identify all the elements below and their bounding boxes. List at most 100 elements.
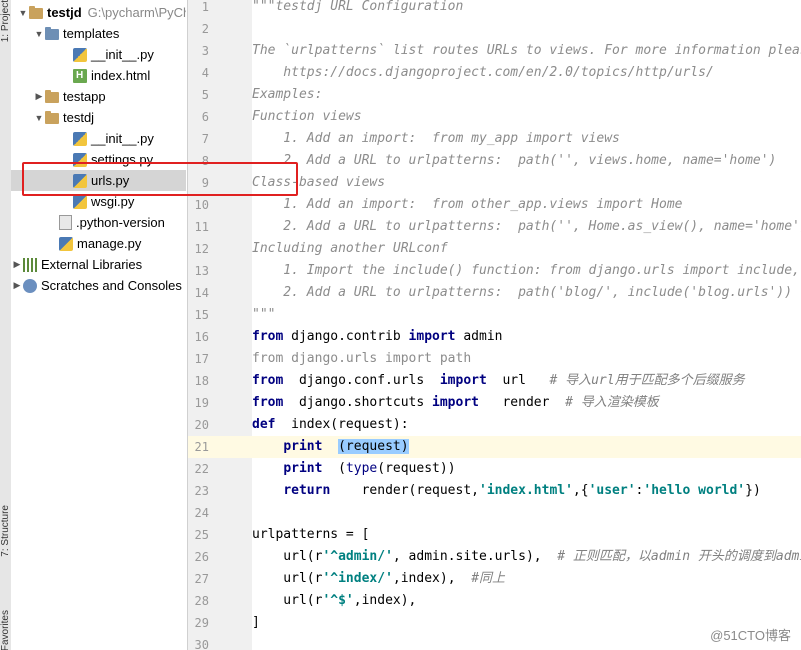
code-token: 2. Add a URL to urlpatterns: path('blog/… (252, 285, 793, 300)
line-number: 20 (194, 418, 209, 432)
code-line[interactable]: Including another URLconf (252, 238, 801, 260)
tree-item[interactable]: __init__.py (11, 44, 186, 65)
tree-item-label: manage.py (77, 236, 142, 251)
line-number: 10 (194, 198, 209, 212)
code-token: '^index/' (322, 571, 393, 586)
code-line[interactable]: """testdj URL Configuration (252, 0, 801, 18)
tree-item[interactable]: wsgi.py (11, 191, 186, 212)
tree-item-label: .python-version (76, 215, 165, 230)
code-line[interactable]: 1. Add an import: from other_app.views i… (252, 194, 801, 216)
tree-item[interactable]: manage.py (11, 233, 186, 254)
code-line[interactable]: The `urlpatterns` list routes URLs to vi… (252, 40, 801, 62)
line-number: 24 (194, 506, 209, 520)
code-line[interactable]: from django.conf.urls import url # 导入url… (252, 370, 801, 392)
tree-item-label: __init__.py (91, 131, 154, 146)
tree-item[interactable]: ▶ Scratches and Consoles (11, 275, 186, 296)
tree-item[interactable]: __init__.py (11, 128, 186, 149)
code-line[interactable]: return render(request,'index.html',{'use… (252, 480, 801, 502)
code-line[interactable]: 1. Import the include() function: from d… (252, 260, 801, 282)
tree-item[interactable]: .python-version (11, 212, 186, 233)
code-line[interactable]: print (request) (252, 436, 801, 458)
code-token: django.conf.urls (283, 373, 440, 388)
code-line[interactable] (252, 18, 801, 40)
line-number: 6 (201, 110, 209, 124)
expand-arrow-icon[interactable]: ▶ (11, 280, 23, 291)
tree-item[interactable]: settings.py (11, 149, 186, 170)
code-token: from (252, 373, 284, 388)
expand-arrow-icon[interactable]: ▼ (33, 29, 45, 39)
tool-tab[interactable]: 7: Structure (0, 505, 11, 557)
line-number: 12 (194, 242, 209, 256)
code-line[interactable]: from django.urls import path (252, 348, 801, 370)
code-line[interactable]: url(r'^index/',index), #同上 (252, 568, 801, 590)
line-number: 29 (194, 616, 209, 630)
line-number: 8 (201, 154, 209, 168)
code-token: '^$' (322, 593, 354, 608)
code-line[interactable]: def index(request): (252, 414, 801, 436)
code-line[interactable] (252, 502, 801, 524)
python-file-icon (59, 236, 73, 251)
folder-icon (29, 5, 43, 19)
tree-item[interactable]: index.html (11, 65, 186, 86)
code-line[interactable]: print (type(request)) (252, 458, 801, 480)
tree-item[interactable]: ▼ templates (11, 23, 186, 44)
python-file-icon (73, 47, 87, 62)
code-line[interactable]: 2. Add a URL to urlpatterns: path('', vi… (252, 150, 801, 172)
line-number: 26 (194, 550, 209, 564)
code-line[interactable]: Function views (252, 106, 801, 128)
line-number: 11 (194, 220, 209, 234)
code-line[interactable]: """ (252, 304, 801, 326)
code-line[interactable]: Class-based views (252, 172, 801, 194)
code-token: 1. Import the include() function: from d… (252, 263, 801, 278)
code-line[interactable]: https://docs.djangoproject.com/en/2.0/to… (252, 62, 801, 84)
code-token: def (252, 417, 276, 432)
code-token: Function views (252, 109, 362, 124)
expand-arrow-icon[interactable]: ▶ (33, 91, 45, 102)
code-token: ] (252, 615, 260, 630)
code-token: , admin.site.urls), (392, 549, 558, 564)
code-token: render (479, 395, 566, 410)
tool-tab[interactable]: 1: Project (0, 0, 11, 42)
code-line[interactable]: urlpatterns = [ (252, 524, 801, 546)
expand-arrow-icon[interactable]: ▼ (33, 113, 45, 123)
tree-item[interactable]: ▼ testdj (11, 107, 186, 128)
code-line[interactable]: url(r'^admin/', admin.site.urls), # 正则匹配… (252, 546, 801, 568)
code-line[interactable]: 1. Add an import: from my_app import vie… (252, 128, 801, 150)
code-token: Examples: (252, 87, 323, 102)
tree-item[interactable]: ▼ testjd G:\pycharm\PyCh (11, 2, 186, 23)
line-number: 25 (194, 528, 209, 542)
line-number: 17 (194, 352, 209, 366)
python-file-icon (73, 173, 87, 188)
code-line[interactable]: from django.shortcuts import render # 导入… (252, 392, 801, 414)
code-line[interactable]: Examples: (252, 84, 801, 106)
code-token: url (486, 373, 550, 388)
line-number: 23 (194, 484, 209, 498)
tree-item-label: urls.py (91, 173, 130, 188)
line-number: 16 (194, 330, 209, 344)
tree-item-label: templates (63, 26, 120, 41)
code-token: }) (745, 483, 761, 498)
tree-item-label: wsgi.py (91, 194, 135, 209)
code-token: Including another URLconf (252, 241, 448, 256)
code-token: return (283, 483, 331, 498)
expand-arrow-icon[interactable]: ▶ (11, 259, 23, 270)
code-token: # 导入渲染模板 (565, 395, 659, 410)
project-path: G:\pycharm\PyCh (87, 5, 186, 20)
tree-item[interactable]: urls.py (11, 170, 186, 191)
project-tree[interactable]: ▼ testjd G:\pycharm\PyCh ▼ templates __init__… (11, 0, 186, 650)
code-editor[interactable]: """testdj URL Configuration The `urlpatte… (252, 0, 801, 650)
code-line[interactable]: 2. Add a URL to urlpatterns: path('blog/… (252, 282, 801, 304)
code-token: from (252, 329, 284, 344)
tree-item[interactable]: ▶ External Libraries (11, 254, 186, 275)
code-token: index(request): (275, 417, 409, 432)
code-line[interactable]: url(r'^$',index), (252, 590, 801, 612)
code-token: import (439, 373, 487, 388)
code-token: print (283, 439, 323, 454)
tool-tab[interactable]: 2: Favorites (0, 610, 11, 650)
expand-arrow-icon[interactable]: ▼ (17, 8, 29, 18)
tree-item[interactable]: ▶ testapp (11, 86, 186, 107)
code-line[interactable]: 2. Add a URL to urlpatterns: path('', Ho… (252, 216, 801, 238)
line-number: 13 (194, 264, 209, 278)
code-line[interactable]: from django.contrib import admin (252, 326, 801, 348)
